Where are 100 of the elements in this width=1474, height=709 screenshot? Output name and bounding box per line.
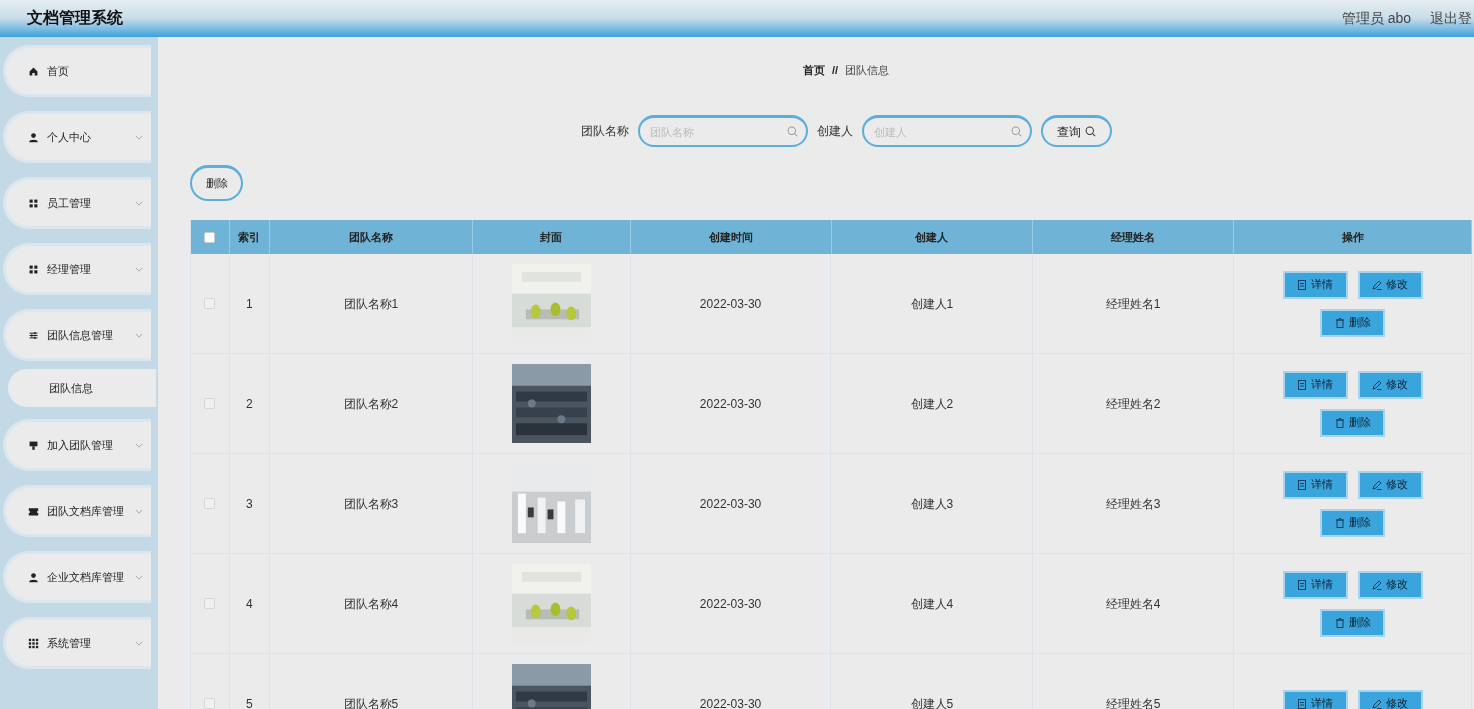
column-header: 索引 <box>229 220 270 254</box>
table-cell-text: 2 <box>246 395 253 413</box>
search-icon <box>1010 126 1022 137</box>
detail-button[interactable]: 详情 <box>1282 270 1348 299</box>
menu-item[interactable]: 首页 <box>3 45 151 97</box>
menu-label: 员工管理 <box>47 195 92 211</box>
delete-button[interactable]: 删除 <box>1320 508 1386 537</box>
menu-label: 团队文档库管理 <box>47 503 125 519</box>
table-cell-text: 2022-03-30 <box>699 595 762 613</box>
table-cell-text: 团队名称2 <box>343 395 399 413</box>
document-icon <box>1297 479 1308 490</box>
search-icon <box>786 126 798 137</box>
trash-icon <box>1334 517 1345 528</box>
edit-button[interactable]: 修改 <box>1357 370 1423 399</box>
grid-icon <box>28 637 39 649</box>
menu-item[interactable]: 员工管理 <box>3 177 151 229</box>
table-cell-text: 团队名称3 <box>343 495 399 513</box>
document-icon <box>1297 379 1308 390</box>
detail-button[interactable]: 详情 <box>1282 689 1348 709</box>
table-cell-text: 1 <box>246 295 253 313</box>
detail-button[interactable]: 详情 <box>1282 570 1348 599</box>
delete-button[interactable]: 删除 <box>1320 408 1386 437</box>
delete-button[interactable]: 删除 <box>1320 608 1386 637</box>
checkbox[interactable] <box>204 398 216 409</box>
table-cell-text: 经理姓名5 <box>1105 695 1161 709</box>
trash-icon <box>1334 317 1345 328</box>
column-header: 创建人 <box>831 220 1034 254</box>
checkbox[interactable] <box>204 298 216 309</box>
edit-button[interactable]: 修改 <box>1357 689 1423 709</box>
table-cell-text: 经理姓名1 <box>1105 295 1161 313</box>
detail-button[interactable]: 详情 <box>1282 470 1348 499</box>
menu-label: 经理管理 <box>47 261 92 277</box>
table-cell-text: 团队名称1 <box>343 295 399 313</box>
edit-button[interactable]: 修改 <box>1357 270 1423 299</box>
flag-icon <box>28 439 39 451</box>
submenu-item[interactable]: 团队信息 <box>8 369 156 407</box>
table-cell-text: 团队名称5 <box>343 695 399 709</box>
menu-item[interactable]: 团队文档库管理 <box>3 485 151 537</box>
user-icon <box>28 131 39 143</box>
menu-label: 首页 <box>47 63 70 79</box>
document-icon <box>1297 698 1308 709</box>
document-icon <box>1297 579 1308 590</box>
pencil-icon <box>1372 279 1383 290</box>
grid-icon <box>28 197 39 209</box>
pencil-icon <box>1372 579 1383 590</box>
table-cell-text: 4 <box>246 595 253 613</box>
checkbox[interactable] <box>204 698 216 709</box>
ticket-icon <box>28 505 39 517</box>
detail-button[interactable]: 详情 <box>1282 370 1348 399</box>
table-cell-text: 创建人3 <box>910 495 954 513</box>
query-button[interactable]: 查询 <box>1040 115 1112 147</box>
trash-icon <box>1334 617 1345 628</box>
column-header: 操作 <box>1234 220 1472 254</box>
checkbox[interactable] <box>204 231 216 243</box>
menu-label: 系统管理 <box>47 635 92 651</box>
delete-button[interactable]: 删除 <box>1320 308 1386 337</box>
pencil-icon <box>1372 379 1383 390</box>
table-cell-text: 创建人1 <box>910 295 954 313</box>
table-cell-text: 3 <box>246 495 253 513</box>
menu-label: 团队信息管理 <box>47 327 114 343</box>
pencil-icon <box>1372 479 1383 490</box>
menu-label: 个人中心 <box>47 129 92 145</box>
document-icon <box>1297 279 1308 290</box>
table-cell-text: 2022-03-30 <box>699 695 762 709</box>
logout-link[interactable]: 退出登 <box>1430 7 1474 29</box>
table-cell-text: 经理姓名4 <box>1105 595 1161 613</box>
table-cell-text: 5 <box>246 695 253 709</box>
breadcrumb-separator: // <box>831 62 839 78</box>
sliders-icon <box>28 329 39 341</box>
menu-item[interactable]: 经理管理 <box>3 243 151 295</box>
table-cell-text: 创建人5 <box>910 695 954 709</box>
table-cell-text: 2022-03-30 <box>699 295 762 313</box>
edit-button[interactable]: 修改 <box>1357 470 1423 499</box>
menu-item[interactable]: 企业文档库管理 <box>3 551 151 603</box>
trash-icon <box>1334 417 1345 428</box>
admin-user: 管理员 abo <box>1341 8 1411 28</box>
grid-icon <box>28 263 39 275</box>
table-cell-text: 经理姓名3 <box>1105 495 1161 513</box>
menu-item[interactable]: 团队信息管理 <box>3 309 151 361</box>
table-cell-text: 2022-03-30 <box>699 495 762 513</box>
table-cell-text: 2022-03-30 <box>699 395 762 413</box>
menu-label: 企业文档库管理 <box>47 569 125 585</box>
edit-button[interactable]: 修改 <box>1357 570 1423 599</box>
delete-button[interactable]: 删除 <box>190 165 243 201</box>
field-label: 团队名称 <box>580 123 629 140</box>
table-cell-text: 经理姓名2 <box>1105 395 1161 413</box>
breadcrumb-item[interactable]: 首页 <box>802 61 825 79</box>
column-header: 经理姓名 <box>1033 220 1235 254</box>
home-icon <box>28 65 39 77</box>
checkbox[interactable] <box>204 598 216 609</box>
app-title: 文档管理系统 <box>26 8 123 28</box>
breadcrumb-item[interactable]: 团队信息 <box>845 61 890 79</box>
menu-item[interactable]: 个人中心 <box>3 111 151 163</box>
menu-item[interactable]: 系统管理 <box>3 617 151 669</box>
menu-item[interactable]: 加入团队管理 <box>3 419 151 471</box>
menu-label: 加入团队管理 <box>47 437 114 453</box>
user-icon <box>28 571 39 583</box>
checkbox[interactable] <box>204 498 216 509</box>
table-cell-text: 创建人2 <box>910 395 954 413</box>
column-header: 创建时间 <box>630 220 832 254</box>
